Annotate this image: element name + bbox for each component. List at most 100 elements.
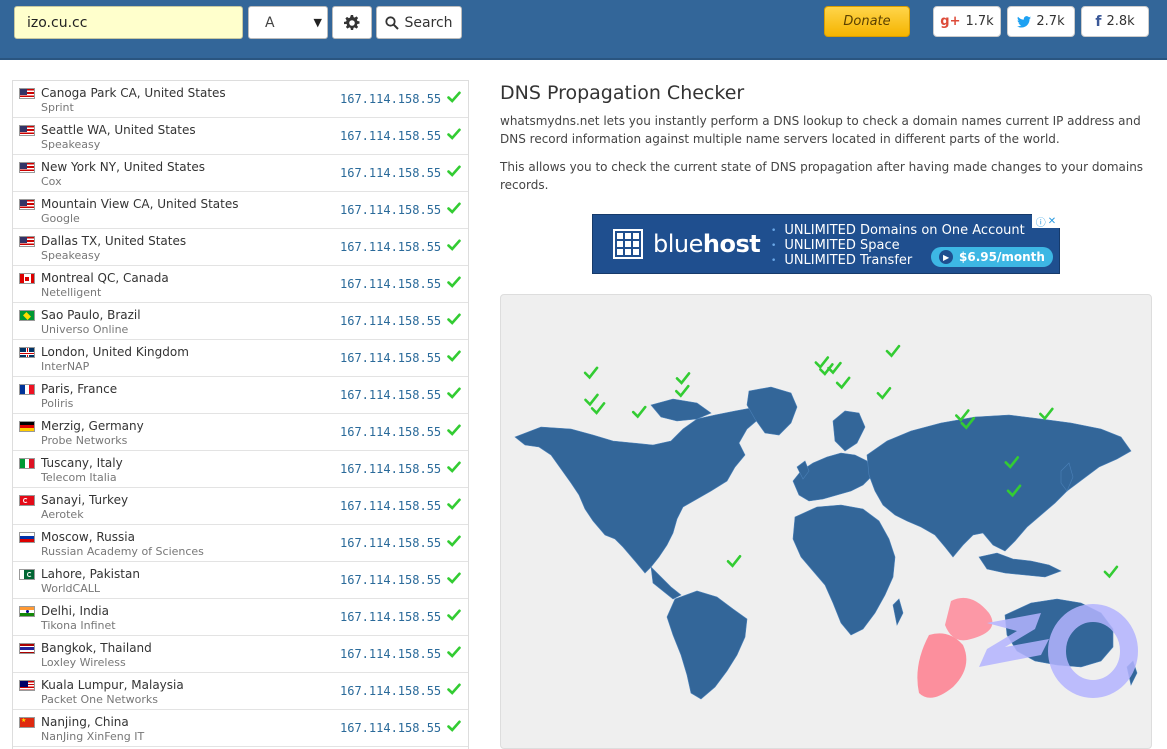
facebook-count: 2.8k — [1106, 14, 1135, 29]
top-toolbar: A ▼ Search Donate g+ 1.7k 2.7k f 2.8k — [0, 0, 1167, 60]
result-row[interactable]: Sanayi, Turkey Aerotek 167.114.158.55 — [13, 488, 468, 525]
result-row[interactable]: Tuscany, Italy Telecom Italia 167.114.158.… — [13, 451, 468, 488]
checkmark-icon — [447, 646, 461, 658]
result-ip: 167.114.158.55 — [340, 462, 442, 476]
ad-price-button[interactable]: ▶ $6.95/month — [931, 247, 1053, 267]
flag-my-icon — [19, 680, 35, 691]
result-row[interactable]: Merzig, Germany Probe Networks 167.114.158… — [13, 414, 468, 451]
result-provider: Russian Academy of Sciences — [41, 545, 204, 558]
map-checkmark-icon — [590, 402, 606, 415]
result-provider: Poliris — [41, 397, 74, 410]
checkmark-icon — [447, 165, 461, 177]
ad-choices-badge[interactable]: ⓘ ✕ — [1032, 214, 1060, 229]
map-checkmark-icon — [814, 356, 830, 369]
south-america-landmass — [666, 590, 748, 700]
twitter-share-button[interactable]: 2.7k — [1007, 6, 1075, 37]
result-ip: 167.114.158.55 — [340, 240, 442, 254]
google-plus-share-button[interactable]: g+ 1.7k — [933, 6, 1001, 37]
result-location: Sanayi, Turkey — [41, 493, 129, 507]
record-type-select[interactable]: A ▼ — [248, 6, 328, 39]
result-provider: Packet One Networks — [41, 693, 159, 706]
result-row[interactable]: Bangkok, Thailand Loxley Wireless 167.114.… — [13, 636, 468, 673]
checkmark-icon — [447, 91, 461, 103]
result-provider: Tikona Infinet — [41, 619, 116, 632]
result-row[interactable]: London, United Kingdom InterNAP 167.114.15… — [13, 340, 468, 377]
africa-landmass — [792, 504, 896, 636]
result-ip: 167.114.158.55 — [340, 92, 442, 106]
map-checkmark-icon — [876, 386, 892, 400]
flag-us-icon — [19, 88, 35, 99]
checkmark-icon — [447, 572, 461, 584]
result-row[interactable]: Delhi, India Tikona Infinet 167.114.158.55 — [13, 599, 468, 636]
checkmark-icon — [447, 461, 461, 473]
twitter-bird-icon — [1017, 15, 1032, 28]
ad-line: UNLIMITED Domains on One Account — [771, 223, 1024, 238]
result-location: Canoga Park CA, United States — [41, 86, 226, 100]
google-plus-count: 1.7k — [965, 14, 994, 29]
result-row[interactable]: Seattle WA, United States Speakeasy 167.11… — [13, 118, 468, 155]
twitter-count: 2.7k — [1036, 14, 1065, 29]
map-checkmark-icon — [674, 384, 690, 398]
result-row[interactable]: New York NY, United States Cox 167.114.158… — [13, 155, 468, 192]
magnifier-icon — [385, 15, 400, 30]
result-location: London, United Kingdom — [41, 345, 189, 359]
result-location: Sao Paulo, Brazil — [41, 308, 141, 322]
map-checkmark-icon — [726, 554, 742, 568]
result-row[interactable]: Sao Paulo, Brazil Universo Online 167.114.… — [13, 303, 468, 340]
world-map-panel: izo — [500, 294, 1152, 749]
play-icon: ▶ — [939, 250, 954, 264]
result-provider: Speakeasy — [41, 249, 101, 262]
result-row[interactable]: Canoga Park CA, United States Sprint 167.1… — [13, 81, 468, 118]
result-row[interactable]: Moscow, Russia Russian Academy of Science… — [13, 525, 468, 562]
map-checkmark-icon — [631, 405, 647, 419]
search-button-label: Search — [404, 14, 453, 31]
flag-de-icon — [19, 421, 35, 432]
settings-button[interactable] — [332, 6, 372, 39]
result-provider: Cox — [41, 175, 62, 188]
domain-input[interactable] — [14, 6, 243, 39]
donate-button[interactable]: Donate — [824, 6, 910, 37]
flag-ca-icon — [19, 273, 35, 284]
ad-brand: bluehost — [653, 230, 761, 258]
result-row[interactable]: Montreal QC, Canada Netelligent 167.114.15… — [13, 266, 468, 303]
result-location: Mountain View CA, United States — [41, 197, 239, 211]
result-row[interactable]: Dallas TX, United States Speakeasy 167.114… — [13, 229, 468, 266]
bluehost-ad-banner[interactable]: bluehost UNLIMITED Domains on One Accoun… — [592, 214, 1060, 274]
result-location: New York NY, United States — [41, 160, 205, 174]
flag-us-icon — [19, 125, 35, 136]
search-button[interactable]: Search — [376, 6, 462, 39]
ad-line: UNLIMITED Transfer — [771, 253, 912, 268]
facebook-f-icon: f — [1095, 13, 1102, 30]
result-provider: Speakeasy — [41, 138, 101, 151]
result-row[interactable]: ★ Nanjing, China NanJing XinFeng IT 167.114… — [13, 710, 468, 747]
result-ip: 167.114.158.55 — [340, 684, 442, 698]
central-america-landmass — [650, 566, 682, 600]
result-row[interactable]: Kuala Lumpur, Malaysia Packet One Network… — [13, 673, 468, 710]
result-ip: 167.114.158.55 — [340, 573, 442, 587]
flag-cn-icon: ★ — [19, 717, 35, 728]
result-provider: Google — [41, 212, 80, 225]
result-location: Bangkok, Thailand — [41, 641, 152, 655]
result-row[interactable]: Lahore, Pakistan WorldCALL 167.114.158.55 — [13, 562, 468, 599]
checkmark-icon — [447, 387, 461, 399]
result-location: Paris, France — [41, 382, 118, 396]
map-checkmark-icon — [584, 393, 599, 407]
north-america-landmass — [514, 406, 762, 574]
google-plus-icon: g+ — [940, 14, 961, 29]
map-checkmark-icon — [885, 344, 901, 358]
map-checkmark-icon — [675, 372, 691, 385]
result-ip: 167.114.158.55 — [340, 610, 442, 624]
asia-landmass — [866, 414, 1132, 558]
result-row[interactable]: Paris, France Poliris 167.114.158.55 — [13, 377, 468, 414]
checkmark-icon — [447, 535, 461, 547]
facebook-share-button[interactable]: f 2.8k — [1081, 6, 1149, 37]
result-ip: 167.114.158.55 — [340, 166, 442, 180]
flag-us-icon — [19, 162, 35, 173]
description-paragraph: This allows you to check the current sta… — [500, 160, 1144, 192]
result-row[interactable]: Mountain View CA, United States Google 167… — [13, 192, 468, 229]
checkmark-icon — [447, 313, 461, 325]
map-checkmark-icon — [835, 376, 851, 390]
ad-line: UNLIMITED Space — [771, 238, 899, 253]
greenland-landmass — [746, 386, 798, 436]
result-provider: Aerotek — [41, 508, 84, 521]
